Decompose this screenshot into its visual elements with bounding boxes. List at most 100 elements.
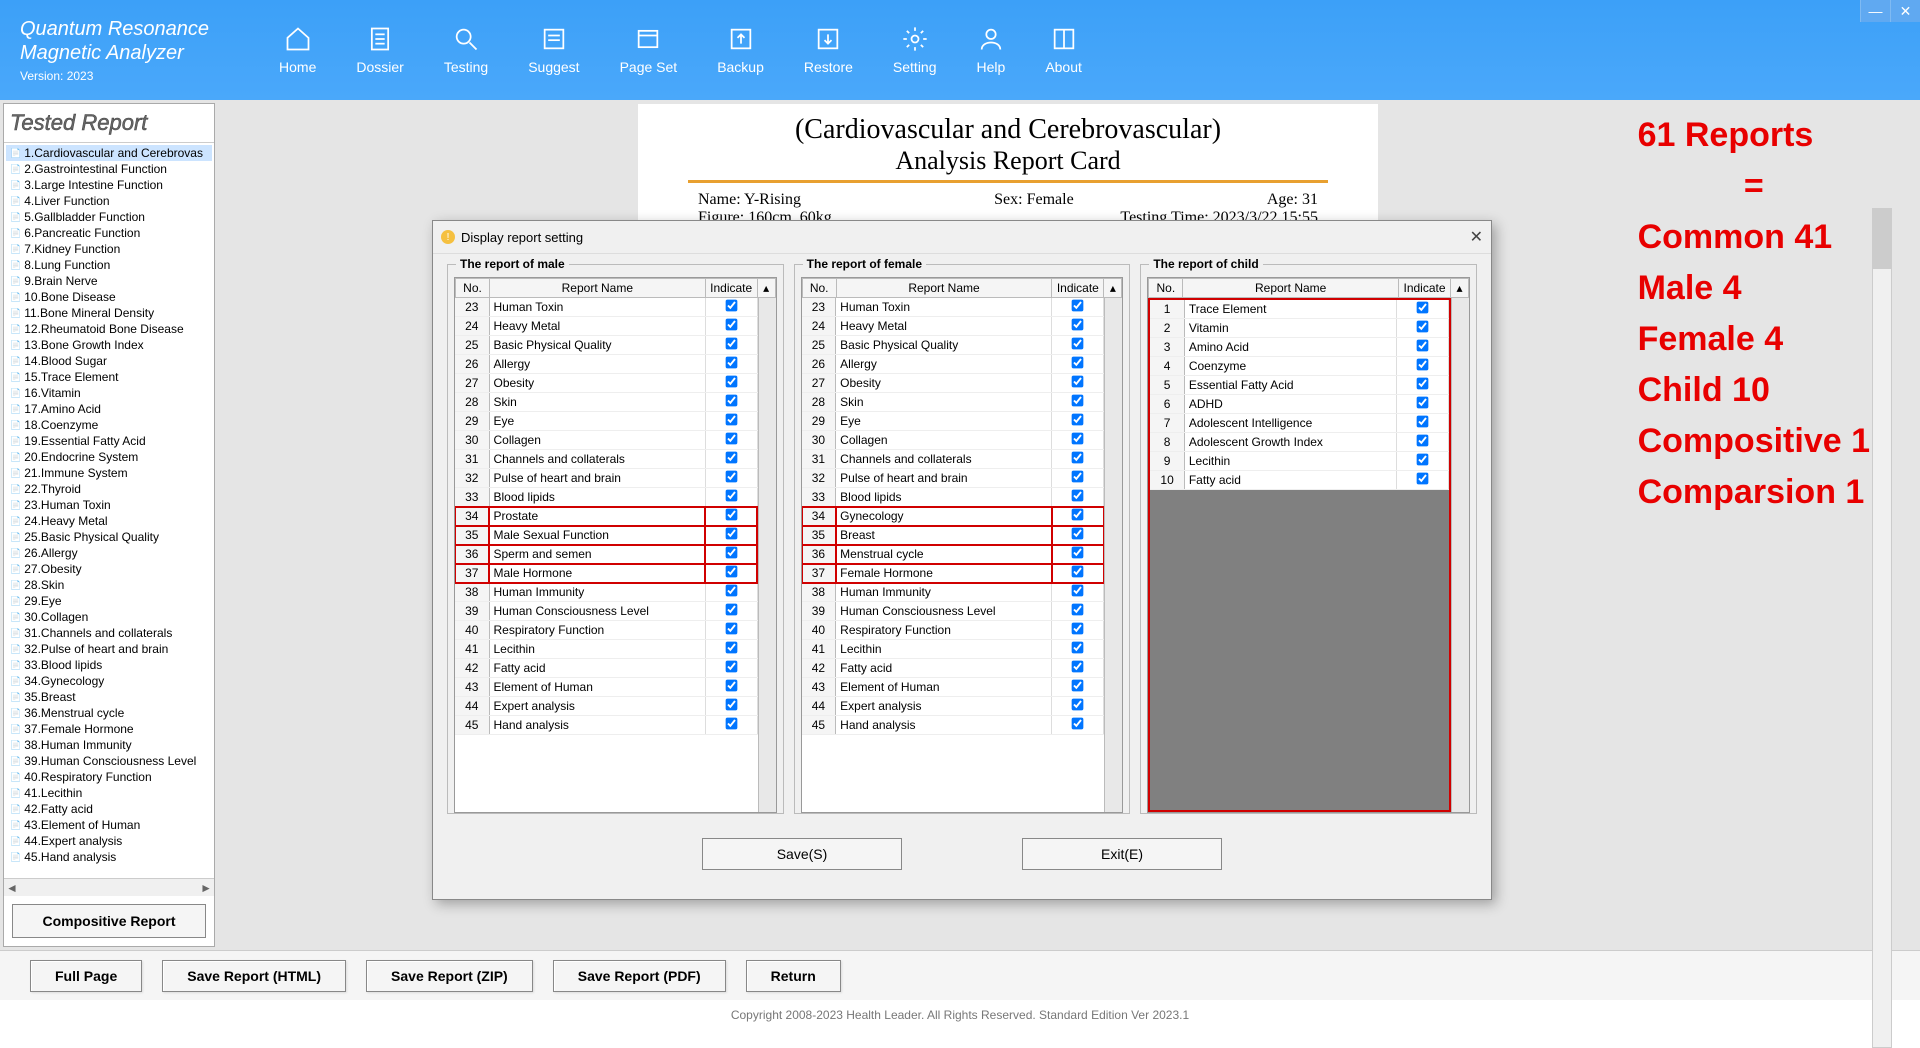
table-row[interactable]: 8Adolescent Growth Index	[1150, 433, 1448, 452]
tree-item[interactable]: 12.Rheumatoid Bone Disease	[6, 321, 212, 337]
bottom-save-report-zip--button[interactable]: Save Report (ZIP)	[366, 960, 533, 992]
table-row[interactable]: 27Obesity	[802, 374, 1104, 393]
tree-item[interactable]: 45.Hand analysis	[6, 849, 212, 865]
tree-item[interactable]: 14.Blood Sugar	[6, 353, 212, 369]
table-row[interactable]: 6ADHD	[1150, 395, 1448, 414]
tree-item[interactable]: 8.Lung Function	[6, 257, 212, 273]
table-row[interactable]: 45Hand analysis	[455, 716, 757, 735]
tree-item[interactable]: 31.Channels and collaterals	[6, 625, 212, 641]
table-row[interactable]: 40Respiratory Function	[455, 621, 757, 640]
tree-item[interactable]: 6.Pancreatic Function	[6, 225, 212, 241]
col-name[interactable]: Report Name	[836, 279, 1052, 298]
table-row[interactable]: 7Adolescent Intelligence	[1150, 414, 1448, 433]
tree-item[interactable]: 40.Respiratory Function	[6, 769, 212, 785]
tree-item[interactable]: 5.Gallbladder Function	[6, 209, 212, 225]
tree-item[interactable]: 18.Coenzyme	[6, 417, 212, 433]
tree-item[interactable]: 23.Human Toxin	[6, 497, 212, 513]
table-row[interactable]: 43Element of Human	[455, 678, 757, 697]
table-row[interactable]: 3Amino Acid	[1150, 338, 1448, 357]
table-row[interactable]: 34Prostate	[455, 507, 757, 526]
indicate-checkbox[interactable]	[725, 566, 737, 578]
table-row[interactable]: 26Allergy	[802, 355, 1104, 374]
indicate-checkbox[interactable]	[1072, 414, 1084, 426]
table-row[interactable]: 29Eye	[802, 412, 1104, 431]
table-row[interactable]: 38Human Immunity	[455, 583, 757, 602]
indicate-checkbox[interactable]	[1417, 359, 1429, 371]
indicate-checkbox[interactable]	[1072, 471, 1084, 483]
col-no[interactable]: No.	[456, 279, 490, 298]
indicate-checkbox[interactable]	[1072, 699, 1084, 711]
tree-item[interactable]: 32.Pulse of heart and brain	[6, 641, 212, 657]
tree-item[interactable]: 38.Human Immunity	[6, 737, 212, 753]
indicate-checkbox[interactable]	[1417, 473, 1429, 485]
compositive-report-button[interactable]: Compositive Report	[12, 904, 206, 938]
tree-item[interactable]: 1.Cardiovascular and Cerebrovas	[6, 145, 212, 161]
table-row[interactable]: 33Blood lipids	[455, 488, 757, 507]
save-button[interactable]: Save(S)	[702, 838, 902, 870]
table-row[interactable]: 24Heavy Metal	[802, 317, 1104, 336]
table-row[interactable]: 41Lecithin	[455, 640, 757, 659]
tree-item[interactable]: 15.Trace Element	[6, 369, 212, 385]
tree-item[interactable]: 19.Essential Fatty Acid	[6, 433, 212, 449]
tree-item[interactable]: 2.Gastrointestinal Function	[6, 161, 212, 177]
table-row[interactable]: 39Human Consciousness Level	[802, 602, 1104, 621]
indicate-checkbox[interactable]	[725, 395, 737, 407]
minimize-button[interactable]: —	[1860, 0, 1890, 22]
toolbar-help[interactable]: Help	[967, 20, 1016, 80]
table-row[interactable]: 23Human Toxin	[455, 298, 757, 317]
table-row[interactable]: 2Vitamin	[1150, 319, 1448, 338]
toolbar-backup[interactable]: Backup	[707, 20, 774, 80]
table-row[interactable]: 28Skin	[802, 393, 1104, 412]
col-no[interactable]: No.	[802, 279, 836, 298]
report-tree[interactable]: 1.Cardiovascular and Cerebrovas2.Gastroi…	[4, 143, 214, 878]
table-row[interactable]: 39Human Consciousness Level	[455, 602, 757, 621]
col-indicate[interactable]: Indicate	[1052, 279, 1104, 298]
table-row[interactable]: 34Gynecology	[802, 507, 1104, 526]
indicate-checkbox[interactable]	[1072, 718, 1084, 730]
tree-item[interactable]: 26.Allergy	[6, 545, 212, 561]
indicate-checkbox[interactable]	[1072, 319, 1084, 331]
table-row[interactable]: 45Hand analysis	[802, 716, 1104, 735]
scroll-thumb[interactable]	[1873, 209, 1891, 269]
toolbar-setting[interactable]: Setting	[883, 20, 947, 80]
toolbar-restore[interactable]: Restore	[794, 20, 863, 80]
tree-item[interactable]: 11.Bone Mineral Density	[6, 305, 212, 321]
table-row[interactable]: 31Channels and collaterals	[455, 450, 757, 469]
content-vscroll[interactable]	[1872, 208, 1892, 1048]
bottom-full-page-button[interactable]: Full Page	[30, 960, 142, 992]
scroll-up-icon[interactable]: ▴	[757, 279, 775, 298]
tree-item[interactable]: 4.Liver Function	[6, 193, 212, 209]
table-row[interactable]: 32Pulse of heart and brain	[802, 469, 1104, 488]
table-row[interactable]: 37Male Hormone	[455, 564, 757, 583]
tree-item[interactable]: 39.Human Consciousness Level	[6, 753, 212, 769]
indicate-checkbox[interactable]	[725, 433, 737, 445]
table-row[interactable]: 10Fatty acid	[1150, 471, 1448, 490]
table-row[interactable]: 24Heavy Metal	[455, 317, 757, 336]
col-name[interactable]: Report Name	[1183, 279, 1399, 298]
indicate-checkbox[interactable]	[1417, 454, 1429, 466]
indicate-checkbox[interactable]	[725, 528, 737, 540]
table-row[interactable]: 30Collagen	[455, 431, 757, 450]
indicate-checkbox[interactable]	[1417, 302, 1429, 314]
indicate-checkbox[interactable]	[1072, 585, 1084, 597]
indicate-checkbox[interactable]	[725, 376, 737, 388]
indicate-checkbox[interactable]	[725, 414, 737, 426]
indicate-checkbox[interactable]	[725, 547, 737, 559]
indicate-checkbox[interactable]	[725, 718, 737, 730]
tree-item[interactable]: 41.Lecithin	[6, 785, 212, 801]
table-row[interactable]: 26Allergy	[455, 355, 757, 374]
indicate-checkbox[interactable]	[1072, 357, 1084, 369]
tree-item[interactable]: 28.Skin	[6, 577, 212, 593]
indicate-checkbox[interactable]	[1072, 566, 1084, 578]
scroll-right-icon[interactable]: ►	[200, 881, 212, 895]
indicate-checkbox[interactable]	[725, 623, 737, 635]
indicate-checkbox[interactable]	[725, 338, 737, 350]
indicate-checkbox[interactable]	[1417, 416, 1429, 428]
tree-item[interactable]: 3.Large Intestine Function	[6, 177, 212, 193]
table-row[interactable]: 4Coenzyme	[1150, 357, 1448, 376]
table-row[interactable]: 38Human Immunity	[802, 583, 1104, 602]
table-row[interactable]: 23Human Toxin	[802, 298, 1104, 317]
tree-item[interactable]: 33.Blood lipids	[6, 657, 212, 673]
indicate-checkbox[interactable]	[1417, 340, 1429, 352]
tree-item[interactable]: 35.Breast	[6, 689, 212, 705]
